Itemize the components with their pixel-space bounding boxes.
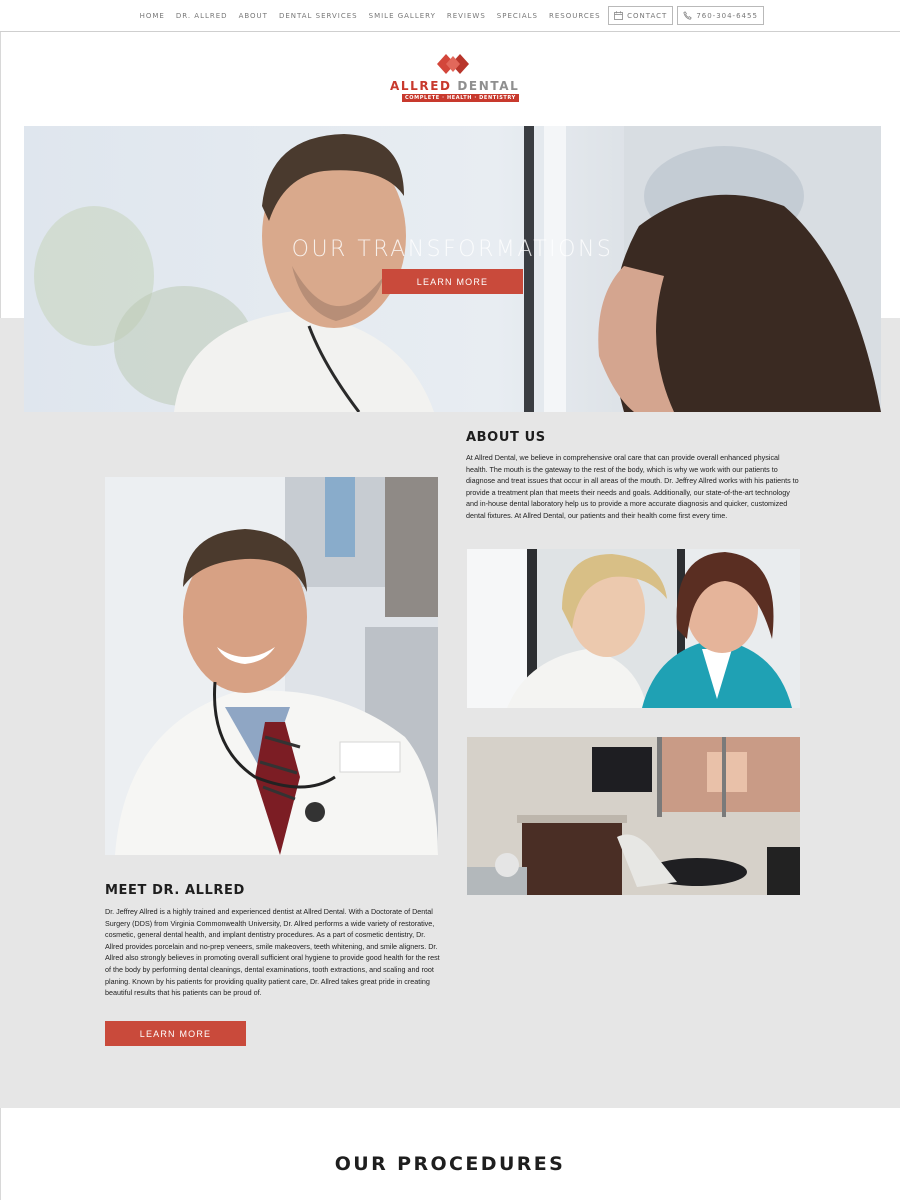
hero-banner: OUR TRANSFORMATIONS LEARN MORE [24,126,881,412]
nav-specials[interactable]: SPECIALS [491,12,543,20]
nav-dental-services[interactable]: DENTAL SERVICES [273,12,363,20]
nav-reviews[interactable]: REVIEWS [441,12,491,20]
calendar-icon [614,11,624,20]
nav-resources[interactable]: RESOURCES [543,12,606,20]
nav-about[interactable]: ABOUT [233,12,273,20]
about-body: At Allred Dental, we believe in comprehe… [466,453,799,520]
staff-photo [467,549,800,708]
phone-label: 760-304-6455 [696,11,758,20]
logo-wordmark: ALLRED DENTAL [390,79,520,93]
phone-icon [683,11,693,20]
about-heading: ABOUT US [466,430,546,445]
top-navigation: HOME DR. ALLRED ABOUT DENTAL SERVICES SM… [0,0,900,32]
meet-doctor-heading: MEET DR. ALLRED [105,883,245,898]
contact-label: CONTACT [627,11,668,20]
dental-office-photo [467,737,800,895]
contact-button[interactable]: CONTACT [608,6,674,25]
logo-mark-icon [436,52,470,76]
allred-dental-logo[interactable]: ALLRED DENTAL COMPLETE · HEALTH · DENTIS… [388,52,520,106]
nav-smile-gallery[interactable]: SMILE GALLERY [363,12,441,20]
nav-home[interactable]: HOME [134,12,170,20]
phone-button[interactable]: 760-304-6455 [677,6,764,25]
hero-learn-more-button[interactable]: LEARN MORE [382,269,523,294]
nav-dr-allred[interactable]: DR. ALLRED [170,12,233,20]
logo-tagline: COMPLETE · HEALTH · DENTISTRY [402,94,519,102]
meet-doctor-learn-more-button[interactable]: LEARN MORE [105,1021,246,1046]
meet-doctor-body: Dr. Jeffrey Allred is a highly trained a… [105,907,440,998]
procedures-heading: OUR PROCEDURES [334,1153,566,1175]
hero-title: OUR TRANSFORMATIONS [291,237,614,262]
doctor-portrait-photo [105,477,438,855]
